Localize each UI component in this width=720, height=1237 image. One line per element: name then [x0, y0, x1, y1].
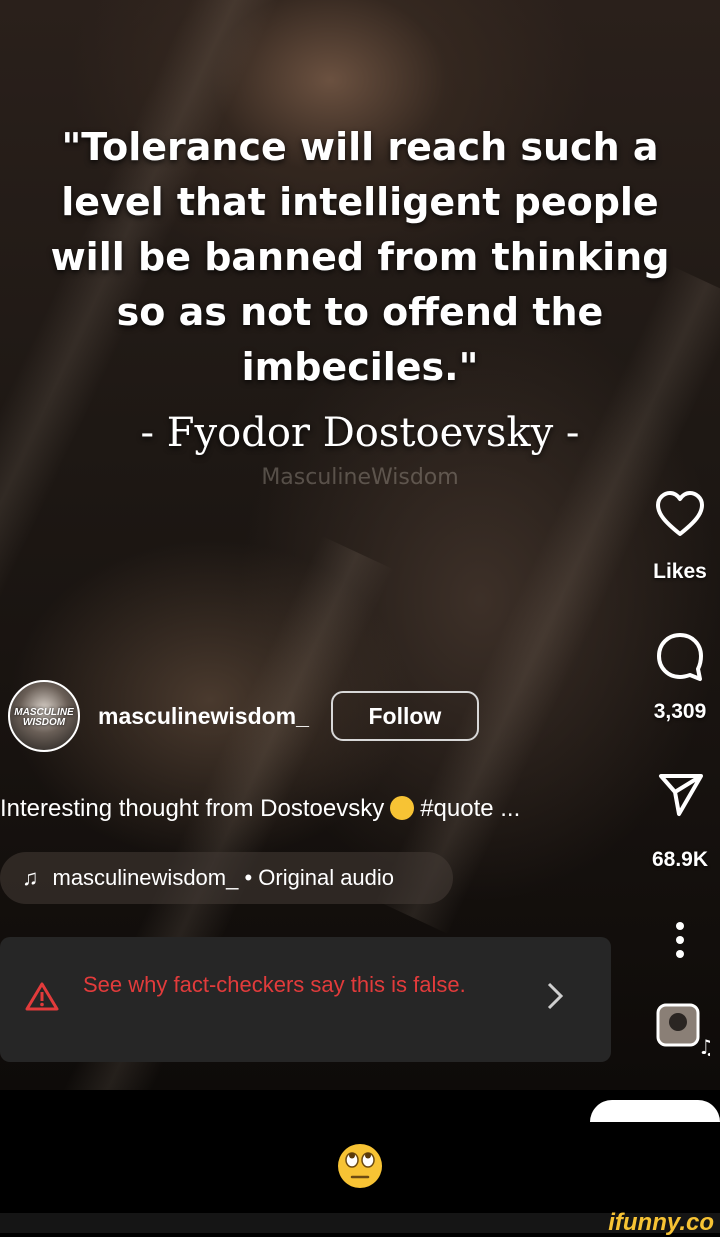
avatar[interactable]: MASCULINE WISDOM — [8, 680, 80, 752]
audio-thumbnail-icon: ♫ — [656, 1003, 716, 1059]
heart-icon — [640, 490, 720, 538]
likes-label: Likes — [653, 560, 707, 583]
quote-author: - Fyodor Dostoevsky - — [140, 410, 580, 456]
watermark-bar: ifunny.co — [0, 1209, 720, 1236]
music-note-icon: ♫ — [22, 865, 39, 890]
share-button[interactable]: 68.9K — [640, 770, 720, 872]
white-shape — [590, 1100, 720, 1122]
video-watermark: MasculineWisdom — [261, 465, 459, 490]
chevron-right-icon — [545, 981, 565, 1016]
warning-icon — [25, 981, 59, 1016]
send-icon — [640, 770, 720, 818]
shares-count: 68.9K — [651, 848, 709, 871]
post-caption[interactable]: Interesting thought from Dostoevsky #quot… — [0, 795, 520, 823]
comments-count: 3,309 — [653, 700, 707, 723]
comment-button[interactable]: 3,309 — [640, 630, 720, 724]
video-frame[interactable]: "Tolerance will reach such a level that … — [0, 0, 720, 1090]
audio-thumbnail-button[interactable]: ♫ — [640, 1002, 720, 1063]
comment-bubble-icon — [640, 630, 720, 684]
svg-text:♫: ♫ — [698, 1035, 710, 1058]
more-options-button[interactable] — [640, 920, 720, 960]
follow-button[interactable]: Follow — [330, 691, 479, 741]
avatar-text: MASCULINE WISDOM — [14, 707, 74, 728]
caption-text: Interesting thought from Dostoevsky — [0, 795, 385, 822]
fact-check-banner[interactable]: See why fact-checkers say this is false. — [0, 937, 611, 1062]
username[interactable]: masculinewisdom_ — [98, 703, 309, 730]
thinking-face-emoji-icon — [390, 796, 415, 820]
author-row: MASCULINE WISDOM masculinewisdom_ Follow — [8, 680, 479, 752]
eye-roll-emoji-icon — [336, 1142, 384, 1195]
fact-check-text: See why fact-checkers say this is false. — [83, 972, 466, 997]
quote-text: "Tolerance will reach such a level that … — [50, 125, 670, 389]
audio-link[interactable]: ♫ masculinewisdom_ • Original audio — [0, 852, 453, 904]
audio-label: masculinewisdom_ • Original audio — [52, 865, 395, 890]
like-button[interactable]: Likes — [640, 490, 720, 584]
caption-hashtag[interactable]: #quote ... — [420, 795, 520, 822]
bottom-area: ifunny.co — [0, 1090, 720, 1236]
more-vertical-icon — [640, 920, 720, 960]
